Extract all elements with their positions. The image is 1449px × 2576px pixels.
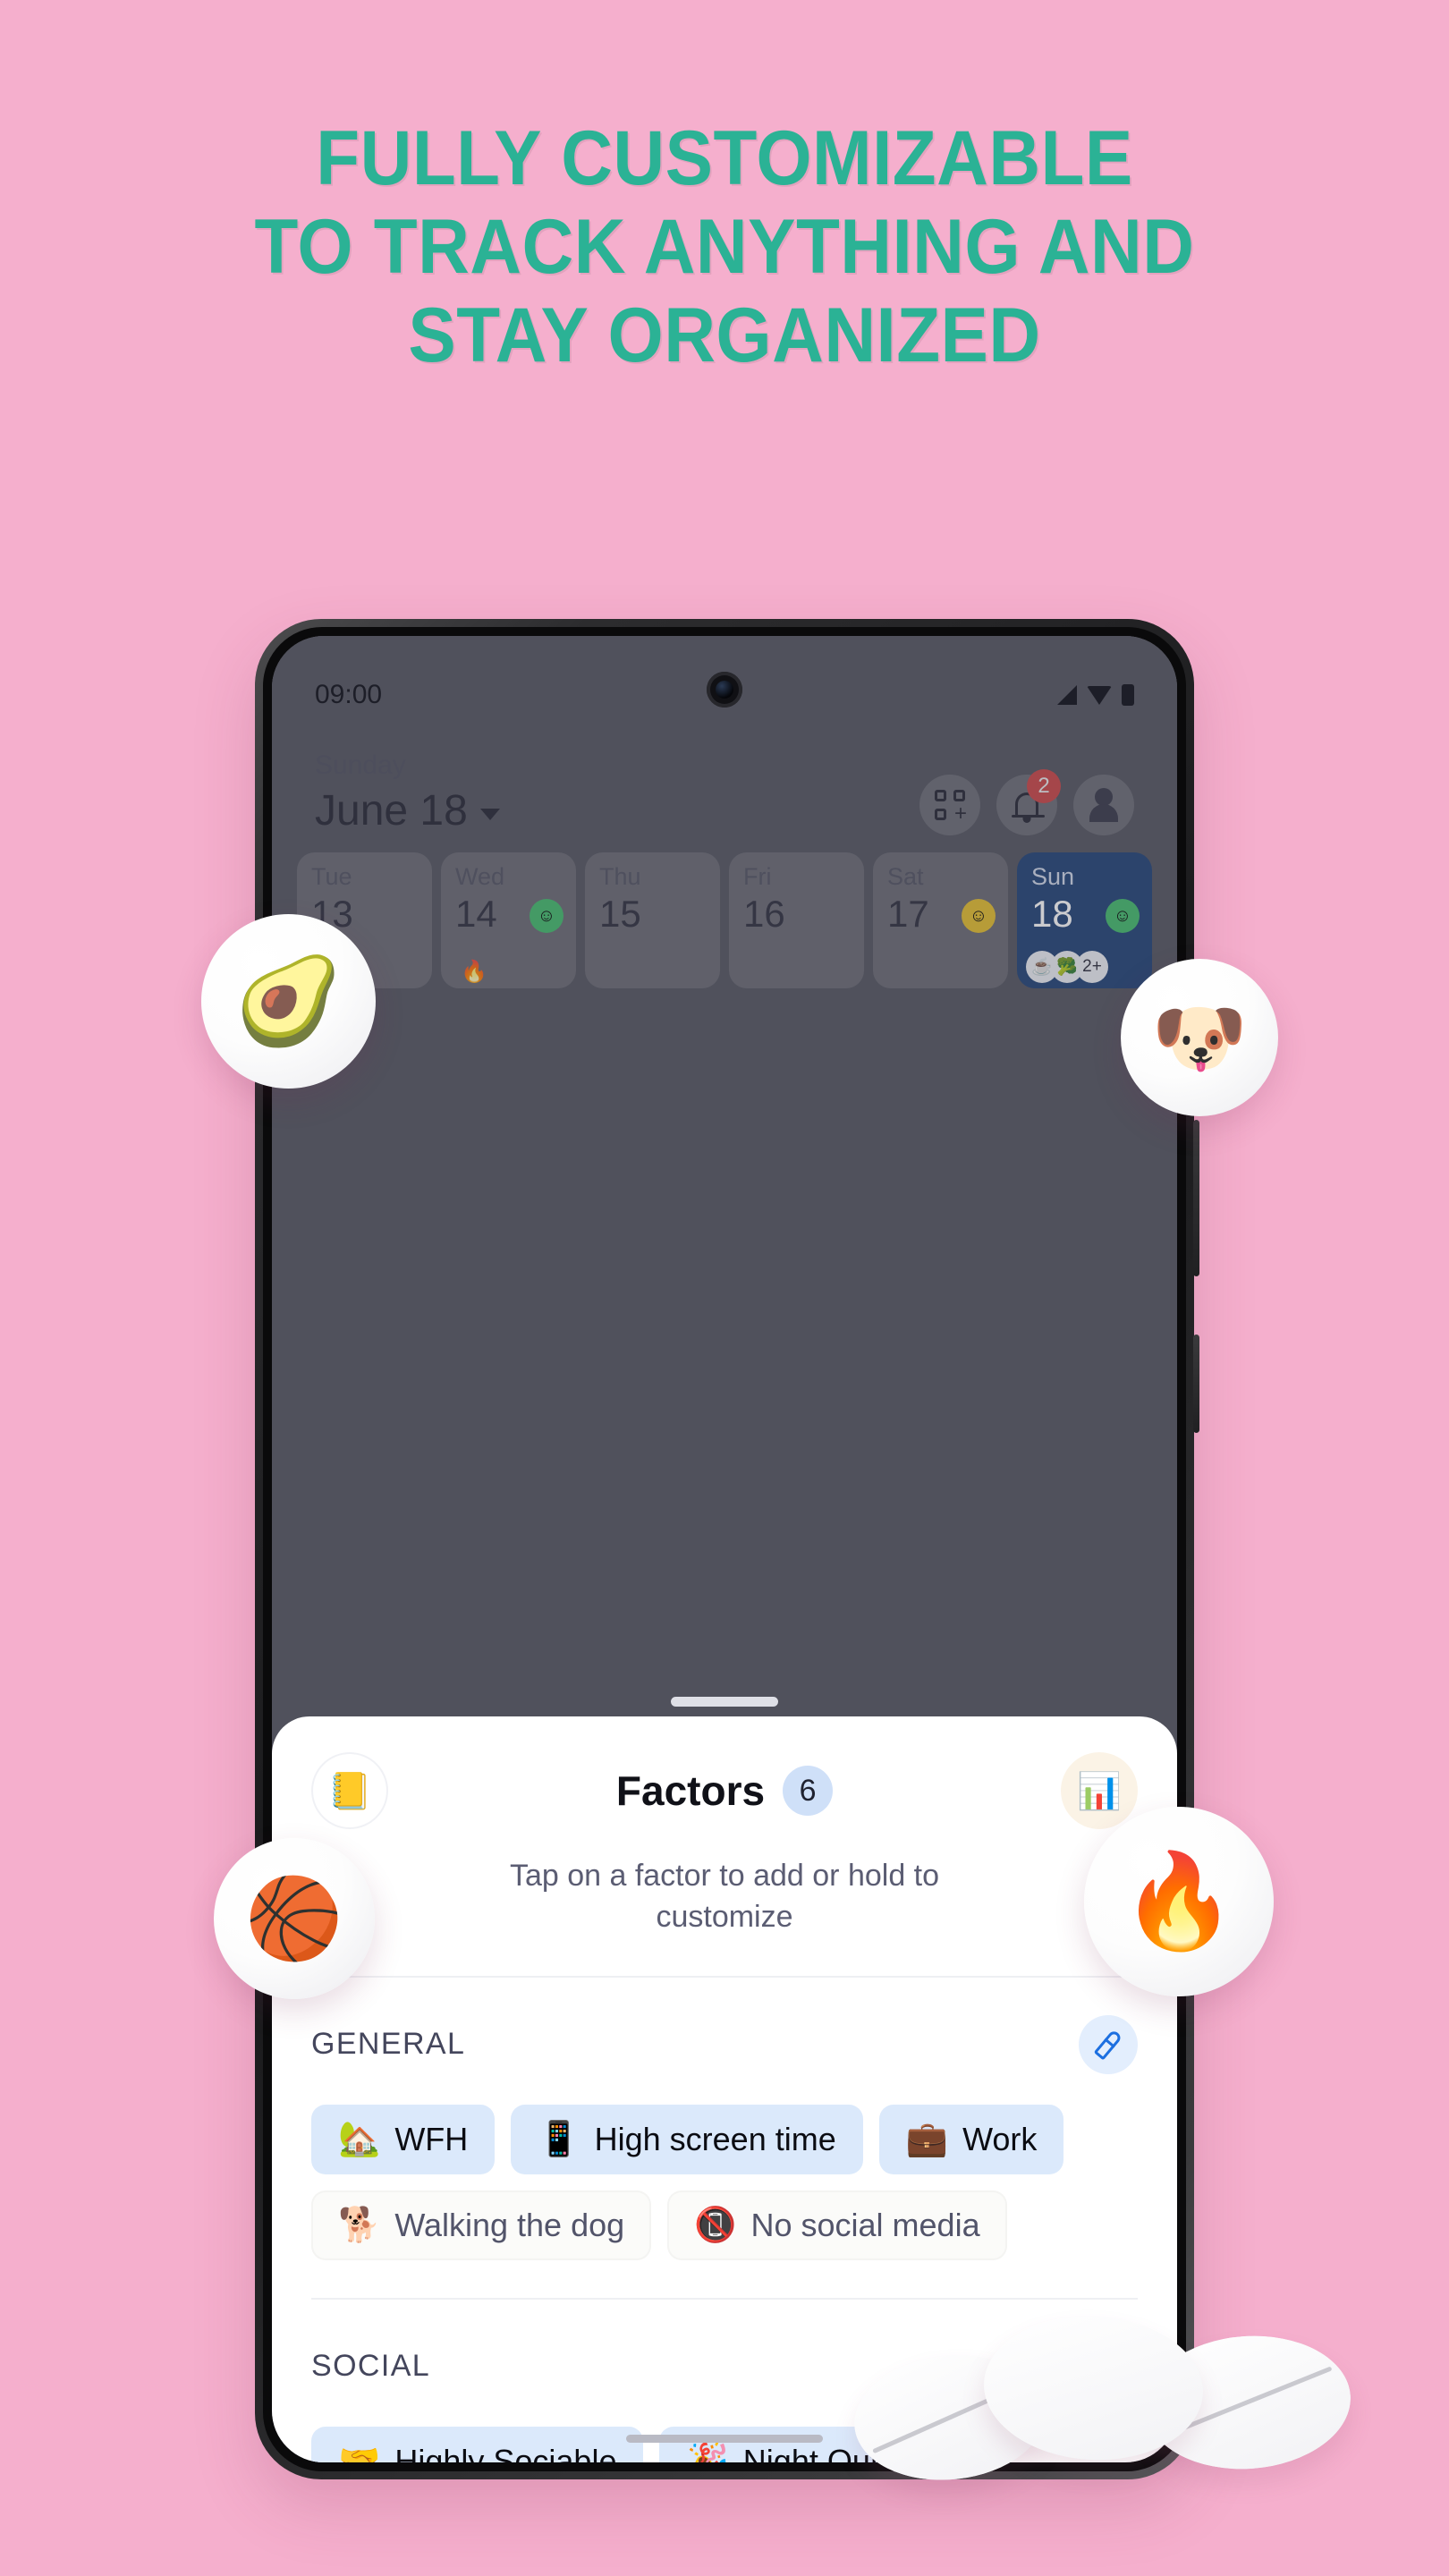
chip-list: 🏡 WFH 📱 High screen time 💼 Work 🐕 Walkin… (311, 2104, 1138, 2260)
sheet-subtitle: Tap on a factor to add or hold to custom… (509, 1859, 940, 1934)
header-actions: + 2 (919, 769, 1134, 835)
profile-avatar-icon (1089, 788, 1119, 822)
factor-label: Walking the dog (394, 2206, 625, 2243)
signal-icon (1057, 685, 1077, 705)
factor-emoji-icon: 🏡 (338, 2120, 381, 2158)
page-title: Factors (615, 1767, 766, 1814)
day-name: Wed (455, 863, 505, 890)
notifications-button[interactable]: 2 (996, 769, 1061, 835)
add-widget-icon: + (935, 790, 967, 825)
fire-emoji-bubble: 🔥 (1084, 1807, 1274, 1996)
day-card-sat[interactable]: Sat 17 ☺ (873, 852, 1008, 988)
home-indicator[interactable] (626, 2435, 823, 2443)
battery-icon (1122, 684, 1134, 706)
headline-line-1: FULLY CUSTOMIZABLE (316, 115, 1133, 201)
add-widget-button[interactable]: + (919, 775, 980, 835)
sheet-title-group: Factors 6 (615, 1766, 834, 1816)
factor-emoji-icon: 📱 (538, 2120, 580, 2158)
day-name: Sun (1031, 863, 1075, 890)
factor-label: No social media (750, 2206, 980, 2243)
week-strip: Tue 13 Wed 14 ☺ 🔥 Thu 15 Fri 16 Sat 17 ☺… (297, 852, 1152, 988)
day-badge-emoji: 🔥 (461, 960, 487, 984)
day-card-sun-selected[interactable]: Sun 18 ☺ ☕ 🥦 2+ (1017, 852, 1152, 988)
profile-button[interactable] (1073, 775, 1134, 835)
dog-emoji-bubble: 🐶 (1121, 959, 1278, 1116)
day-badge-more-count: 2+ (1076, 951, 1108, 983)
headline-line-3: STAY ORGANIZED (408, 292, 1041, 378)
basketball-emoji-bubble: 🏀 (214, 1838, 375, 1999)
edit-section-button[interactable] (1079, 2014, 1138, 2074)
chevron-down-icon[interactable] (479, 809, 500, 820)
factor-label: WFH (394, 2120, 469, 2157)
section-general: GENERAL 🏡 WFH 📱 High screen time 💼 Work … (272, 1978, 1177, 2300)
app-header: Sunday June 18 + 2 (272, 750, 1177, 835)
weekday-label: Sunday (315, 750, 406, 780)
date-selector[interactable]: June 18 (315, 786, 500, 835)
notebook-icon[interactable]: 📒 (311, 1752, 388, 1829)
sheet-header: 📒 Factors 6 📊 (272, 1716, 1177, 1829)
phone-bezel: 09:00 Sunday June 18 + 2 Tue 13 Wed 14 ☺… (263, 627, 1186, 2471)
factor-chip[interactable]: 🐕 Walking the dog (311, 2190, 652, 2260)
section-header: GENERAL (311, 2014, 1138, 2074)
status-time: 09:00 (315, 680, 383, 709)
factor-chip[interactable]: 🏡 WFH (311, 2104, 496, 2174)
factor-label: High screen time (594, 2120, 836, 2157)
factors-count-badge: 6 (783, 1766, 834, 1816)
day-name: Thu (599, 863, 641, 890)
section-title: GENERAL (311, 2027, 466, 2062)
factor-chip[interactable]: 📱 High screen time (511, 2104, 863, 2174)
factor-label: Highly Sociable (394, 2442, 617, 2462)
day-card-fri[interactable]: Fri 16 (729, 852, 864, 988)
mood-indicator: ☺ (530, 899, 564, 933)
factor-emoji-icon: 🐕 (338, 2206, 381, 2244)
front-camera-icon (707, 672, 742, 708)
pills-decoration (845, 2290, 1418, 2558)
sheet-grabber-handle[interactable] (671, 1697, 778, 1707)
volume-button[interactable] (1193, 1335, 1199, 1433)
page-headline: FULLY CUSTOMIZABLE TO TRACK ANYTHING AND… (51, 114, 1399, 380)
day-card-thu[interactable]: Thu 15 (585, 852, 720, 988)
section-title: SOCIAL (311, 2349, 431, 2384)
phone-screen: 09:00 Sunday June 18 + 2 Tue 13 Wed 14 ☺… (272, 636, 1177, 2462)
phone-mockup: 09:00 Sunday June 18 + 2 Tue 13 Wed 14 ☺… (255, 619, 1199, 2479)
mood-indicator: ☺ (962, 899, 996, 933)
factor-emoji-icon: 🎉 (686, 2442, 729, 2462)
pencil-icon (1093, 2029, 1123, 2061)
date-label: June 18 (315, 787, 468, 835)
factor-emoji-icon: 📵 (694, 2206, 737, 2244)
day-number: 16 (743, 893, 785, 935)
factor-chip[interactable]: 🤝 Highly Sociable (311, 2426, 644, 2462)
factor-emoji-icon: 💼 (905, 2120, 949, 2158)
status-icons (1057, 684, 1134, 706)
notification-badge: 2 (1027, 769, 1061, 803)
headline-line-2: TO TRACK ANYTHING AND (254, 203, 1195, 290)
avocado-emoji-bubble: 🥑 (201, 914, 376, 1089)
day-name: Tue (311, 863, 352, 890)
day-number: 15 (599, 893, 641, 935)
factor-chip[interactable]: 💼 Work (878, 2104, 1064, 2174)
day-badges: ☕ 🥦 2+ (1026, 951, 1108, 983)
day-name: Fri (743, 863, 772, 890)
day-card-wed[interactable]: Wed 14 ☺ 🔥 (441, 852, 576, 988)
day-name: Sat (887, 863, 924, 890)
mood-indicator: ☺ (1106, 899, 1140, 933)
factor-emoji-icon: 🤝 (338, 2442, 381, 2462)
bar-chart-icon[interactable]: 📊 (1060, 1752, 1138, 1829)
wifi-icon (1087, 685, 1112, 705)
date-block[interactable]: Sunday June 18 (315, 750, 500, 835)
power-button[interactable] (1193, 1120, 1199, 1276)
factor-chip[interactable]: 📵 No social media (667, 2190, 1007, 2260)
factor-label: Work (962, 2120, 1038, 2157)
